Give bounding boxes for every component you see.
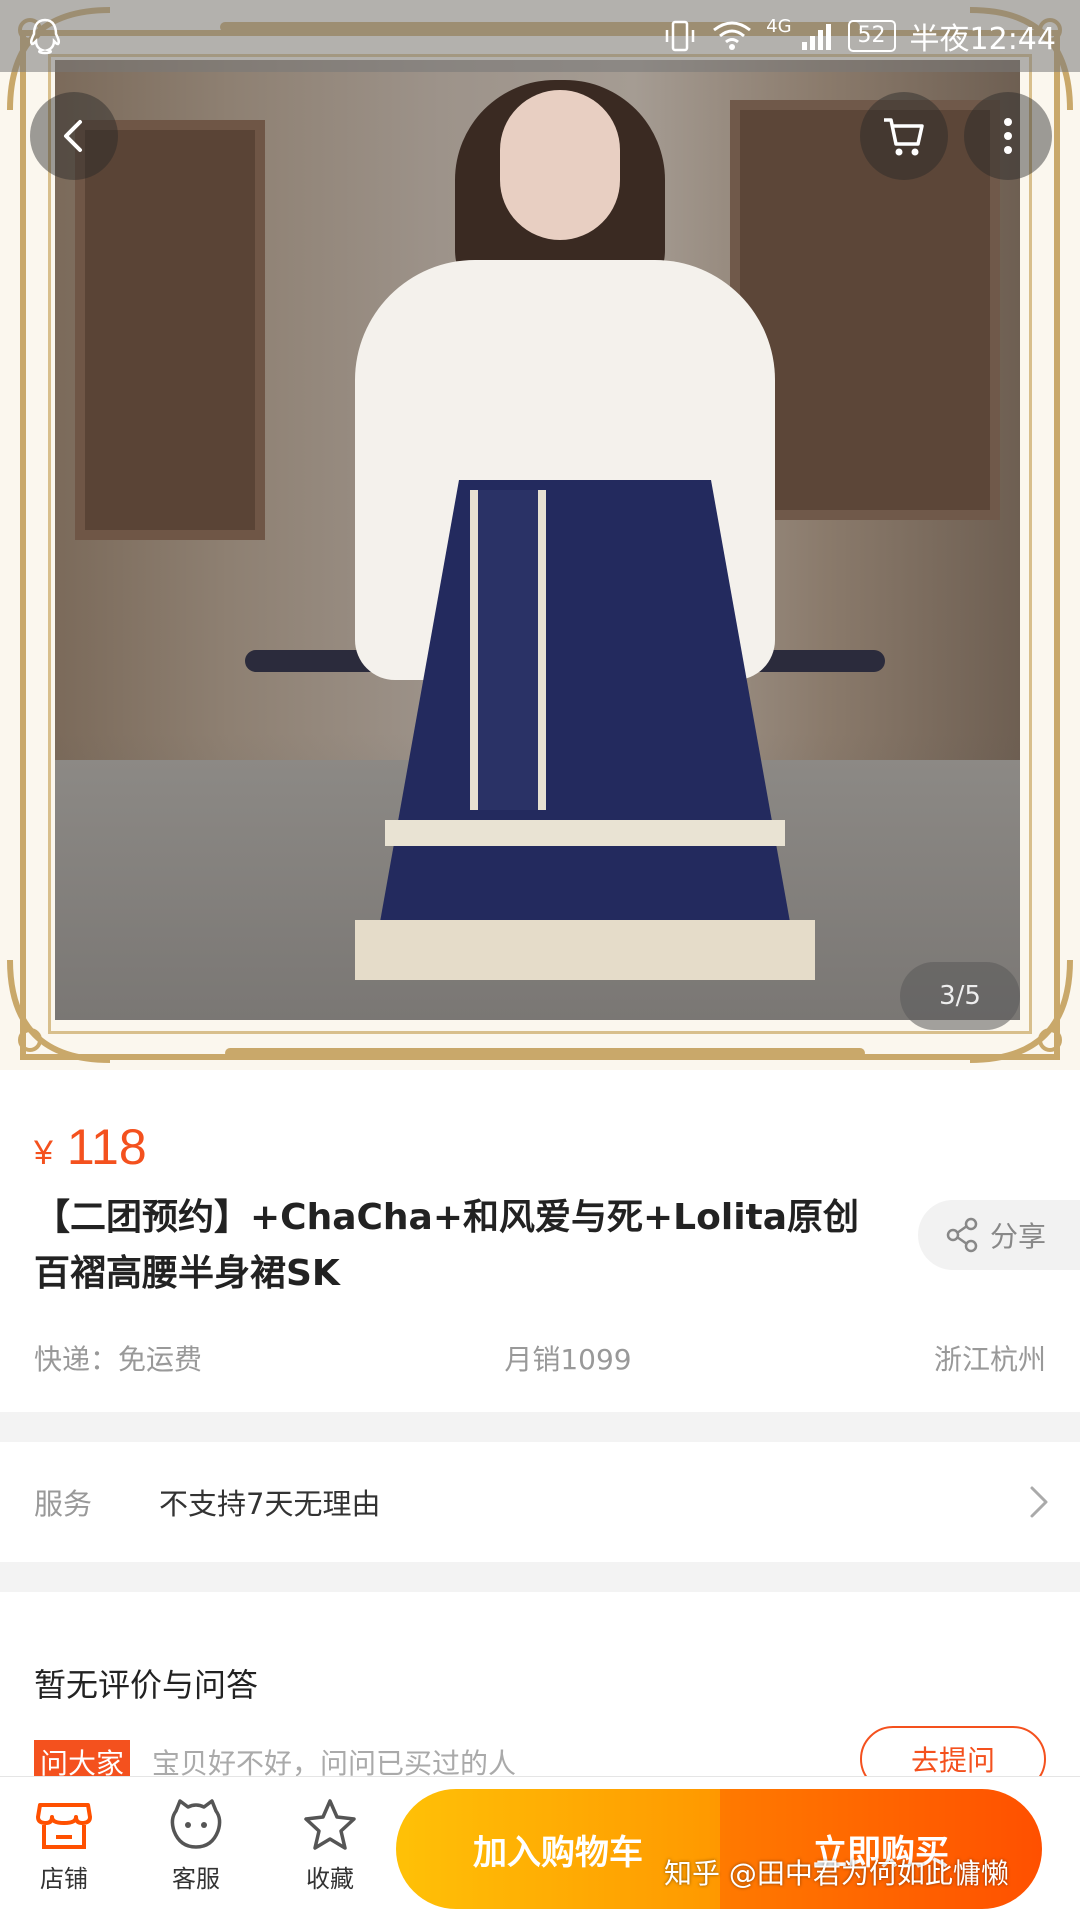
photo-skirt-band [385,820,785,846]
cart-button[interactable] [860,92,948,180]
favorite-tab[interactable]: 收藏 [280,1797,380,1894]
section-divider [0,1412,1080,1442]
customer-service-icon [170,1799,222,1849]
ship-location: 浙江杭州 [933,1343,1046,1376]
network-type: 4G [766,15,792,37]
watermark: 知乎 @田中君为何如此慵懒 [664,1857,1009,1890]
back-button[interactable] [30,92,118,180]
photo-model-sash [470,490,546,810]
product-title: 【二团预约】+ChaCha+和风爱与死+Lolita原创百褶高腰半身裙SK [34,1197,860,1294]
status-bar: 4G 52 半夜12:44 [0,0,1080,72]
gallery-counter: 3/5 [900,962,1020,1030]
photo-window-left [75,120,265,540]
photo-model-face [500,90,620,240]
bottom-action-bar: 店铺 客服 收藏 加入购物车 立即购买 [0,1776,1080,1921]
cart-icon [884,118,924,156]
star-icon [304,1799,356,1850]
customer-service-tab[interactable]: 客服 [146,1797,246,1894]
more-button[interactable] [964,92,1052,180]
shop-tab[interactable]: 店铺 [14,1797,114,1894]
chevron-left-icon [64,120,82,152]
vibrate-icon [665,20,695,52]
section-divider [0,1562,1080,1592]
price: ¥118 [34,1118,147,1176]
price-value: 118 [66,1119,147,1175]
frame-bar-bottom [225,1048,865,1058]
more-vertical-icon [1004,118,1012,154]
clock: 半夜12:44 [909,22,1056,57]
photo-skirt-lace [355,920,815,980]
service-row[interactable]: 服务 不支持7天无理由 [0,1442,1080,1562]
service-label: 服务 [34,1487,93,1521]
qq-notification-icon [29,18,61,55]
signal-icon [801,24,831,50]
shipping-info: 快递：免运费 [34,1343,203,1376]
currency-symbol: ¥ [34,1134,53,1172]
service-value: 不支持7天无理由 [159,1487,381,1521]
wifi-icon [713,21,752,50]
favorite-label: 收藏 [306,1865,354,1893]
monthly-sales: 月销1099 [504,1343,632,1376]
product-image-gallery[interactable]: 3/5 [0,0,1080,1070]
store-icon [36,1803,92,1849]
product-photo[interactable] [55,60,1020,1020]
chevron-right-icon [1030,1486,1048,1518]
product-meta: 快递：免运费 月销1099 浙江杭州 [34,1338,1046,1378]
reviews-title: 暂无评价与问答 [34,1666,259,1704]
share-icon [946,1217,978,1253]
share-button[interactable]: 分享 [918,1200,1080,1270]
shop-label: 店铺 [40,1865,88,1893]
customer-service-label: 客服 [172,1865,220,1893]
battery-indicator: 52 [847,20,896,52]
share-label: 分享 [990,1220,1047,1253]
